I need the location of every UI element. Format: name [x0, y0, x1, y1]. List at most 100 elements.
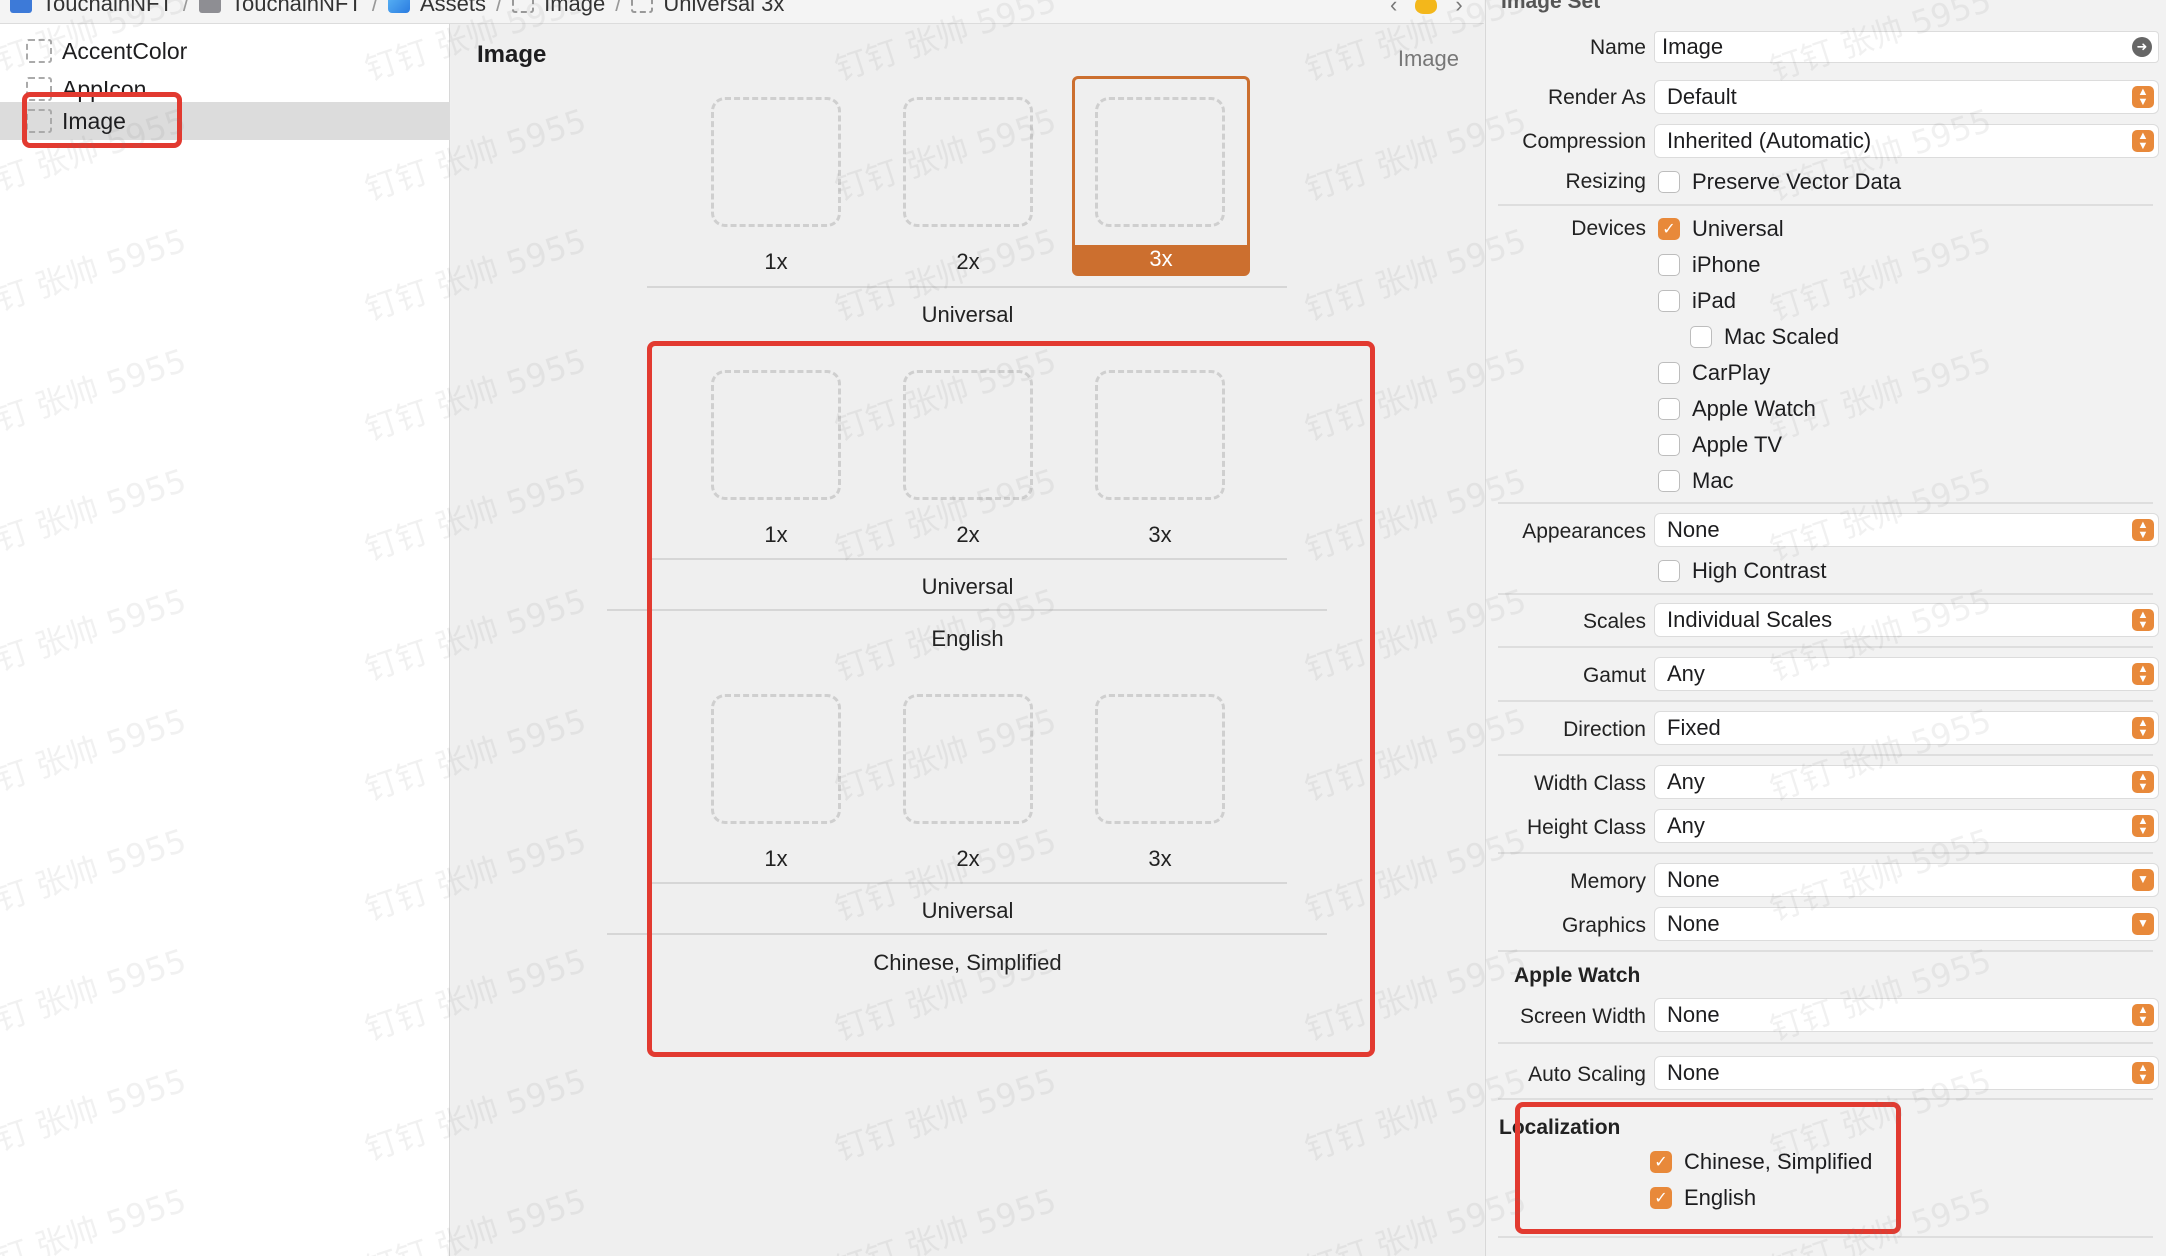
image-slot-3x[interactable] [1095, 694, 1225, 824]
chevron-down-icon: ▼ [2132, 869, 2154, 891]
divider [1498, 204, 2153, 206]
compression-popup[interactable]: Inherited (Automatic) ▲ ▼ [1654, 124, 2159, 158]
memory-value: None [1667, 867, 1720, 892]
auto-scaling-popup[interactable]: None ▲ ▼ [1654, 1056, 2159, 1090]
chevron-up-down-icon: ▲ ▼ [2132, 717, 2154, 739]
width-class-popup[interactable]: Any ▲ ▼ [1654, 765, 2159, 799]
height-class-popup[interactable]: Any ▲ ▼ [1654, 809, 2159, 843]
device-mac-checkbox[interactable]: Mac [1658, 468, 1734, 494]
checkbox-label: Chinese, Simplified [1684, 1149, 1873, 1174]
divider [1498, 1042, 2153, 1044]
image-slot-3x-selected[interactable]: 3x [1072, 76, 1250, 276]
graphics-value: None [1667, 911, 1720, 936]
graphics-popup[interactable]: None ▼ [1654, 907, 2159, 941]
checkmark-icon: ✓ [1650, 1187, 1672, 1209]
divider [1498, 1098, 2153, 1100]
checkbox-label: iPad [1692, 288, 1737, 313]
chevron-up-down-icon: ▲ ▼ [2132, 86, 2154, 108]
localization-chinese-simplified-checkbox[interactable]: ✓ Chinese, Simplified [1650, 1149, 1872, 1175]
image-slot-2x[interactable] [903, 97, 1033, 227]
devices-label: Devices [1571, 217, 1646, 240]
high-contrast-checkbox[interactable]: High Contrast [1658, 558, 1827, 584]
divider [607, 933, 1327, 935]
chevron-up-down-icon: ▲ ▼ [2132, 130, 2154, 152]
divider [607, 609, 1327, 611]
arrow-right-circle-icon[interactable]: ➜ [2132, 37, 2152, 57]
breadcrumb-label: TouchainNFT [42, 0, 173, 16]
device-mac-scaled-checkbox[interactable]: Mac Scaled [1690, 324, 1839, 350]
width-class-value: Any [1667, 769, 1705, 794]
direction-popup[interactable]: Fixed ▲ ▼ [1654, 711, 2159, 745]
navigator-item-image[interactable]: Image [0, 102, 450, 140]
checkbox-icon [1690, 326, 1712, 348]
name-field[interactable]: Image ➜ [1654, 31, 2159, 63]
device-label: Universal [921, 898, 1014, 923]
divider [647, 882, 1287, 884]
checkbox-label: Mac [1692, 468, 1734, 493]
checkbox-label: Mac Scaled [1724, 324, 1839, 349]
render-as-popup[interactable]: Default ▲ ▼ [1654, 80, 2159, 114]
image-slot-1x[interactable] [711, 694, 841, 824]
image-slot-2x[interactable] [903, 694, 1033, 824]
breadcrumb-label: TouchainNFT [230, 0, 362, 16]
direction-label: Direction [1563, 718, 1646, 741]
width-class-label: Width Class [1533, 772, 1646, 795]
language-label: Chinese, Simplified [873, 950, 1062, 975]
image-slot-1x[interactable] [711, 370, 841, 500]
breadcrumb-item-image[interactable]: Image [512, 0, 605, 17]
folder-icon [198, 0, 221, 13]
divider [1498, 852, 2153, 854]
breadcrumb-item-folder[interactable]: TouchainNFT [198, 0, 362, 17]
device-label: Universal [921, 574, 1014, 599]
memory-popup[interactable]: None ▼ [1654, 863, 2159, 897]
device-iphone-checkbox[interactable]: iPhone [1658, 252, 1761, 278]
localization-section-title: Localization [1499, 1116, 1621, 1139]
image-set-icon [26, 109, 52, 133]
checkbox-label: CarPlay [1692, 360, 1771, 385]
warning-icon[interactable] [1415, 0, 1438, 14]
height-class-value: Any [1667, 813, 1705, 838]
divider [647, 558, 1287, 560]
auto-scaling-label: Auto Scaling [1528, 1063, 1646, 1086]
image-slot-1x[interactable] [711, 97, 841, 227]
chevron-up-down-icon: ▲ ▼ [2132, 815, 2154, 837]
inspector-header: Image Set [1501, 0, 1601, 13]
resizing-label: Resizing [1565, 170, 1646, 193]
device-universal-checkbox[interactable]: ✓ Universal [1658, 216, 1784, 242]
appearances-popup[interactable]: None ▲ ▼ [1654, 513, 2159, 547]
slot-label-selected: 3x [1075, 245, 1247, 273]
gamut-popup[interactable]: Any ▲ ▼ [1654, 657, 2159, 691]
checkbox-icon [1658, 398, 1680, 420]
divider [1498, 700, 2153, 702]
checkbox-label: High Contrast [1692, 558, 1827, 583]
chevron-up-down-icon: ▲ ▼ [2132, 519, 2154, 541]
device-ipad-checkbox[interactable]: iPad [1658, 288, 1736, 314]
attributes-inspector: Image Set Name Image ➜ Render As Default… [1485, 0, 2166, 1256]
chevron-right-icon[interactable]: › [1455, 0, 1462, 18]
image-slot-2x[interactable] [903, 370, 1033, 500]
navigator-item-accentcolor[interactable]: AccentColor [0, 32, 450, 70]
breadcrumb-label: Universal 3x [663, 0, 785, 16]
localization-english-checkbox[interactable]: ✓ English [1650, 1185, 1756, 1211]
breadcrumb-item-assets[interactable]: Assets [387, 0, 486, 17]
device-apple-tv-checkbox[interactable]: Apple TV [1658, 432, 1782, 458]
preserve-vector-data-checkbox[interactable]: Preserve Vector Data [1658, 169, 1901, 195]
slot-label: 1x [764, 249, 788, 274]
breadcrumb-item-slot[interactable]: Universal 3x [631, 0, 784, 17]
navigator-item-label: AccentColor [62, 37, 188, 64]
screen-width-popup[interactable]: None ▲ ▼ [1654, 998, 2159, 1032]
breadcrumb-item-project[interactable]: TouchainNFT [10, 0, 173, 17]
slot-label: 2x [956, 522, 980, 547]
chevron-down-icon: ▼ [2132, 913, 2154, 935]
chevron-up-down-icon: ▲ ▼ [2132, 609, 2154, 631]
device-apple-watch-checkbox[interactable]: Apple Watch [1658, 396, 1816, 422]
chevron-up-down-icon: ▲ ▼ [2132, 771, 2154, 793]
compression-label: Compression [1522, 130, 1646, 153]
checkbox-icon [1658, 290, 1680, 312]
image-slot-3x[interactable] [1095, 97, 1225, 227]
chevron-left-icon[interactable]: ‹ [1390, 0, 1397, 18]
checkbox-icon [1658, 362, 1680, 384]
device-carplay-checkbox[interactable]: CarPlay [1658, 360, 1770, 386]
image-slot-3x[interactable] [1095, 370, 1225, 500]
scales-popup[interactable]: Individual Scales ▲ ▼ [1654, 603, 2159, 637]
